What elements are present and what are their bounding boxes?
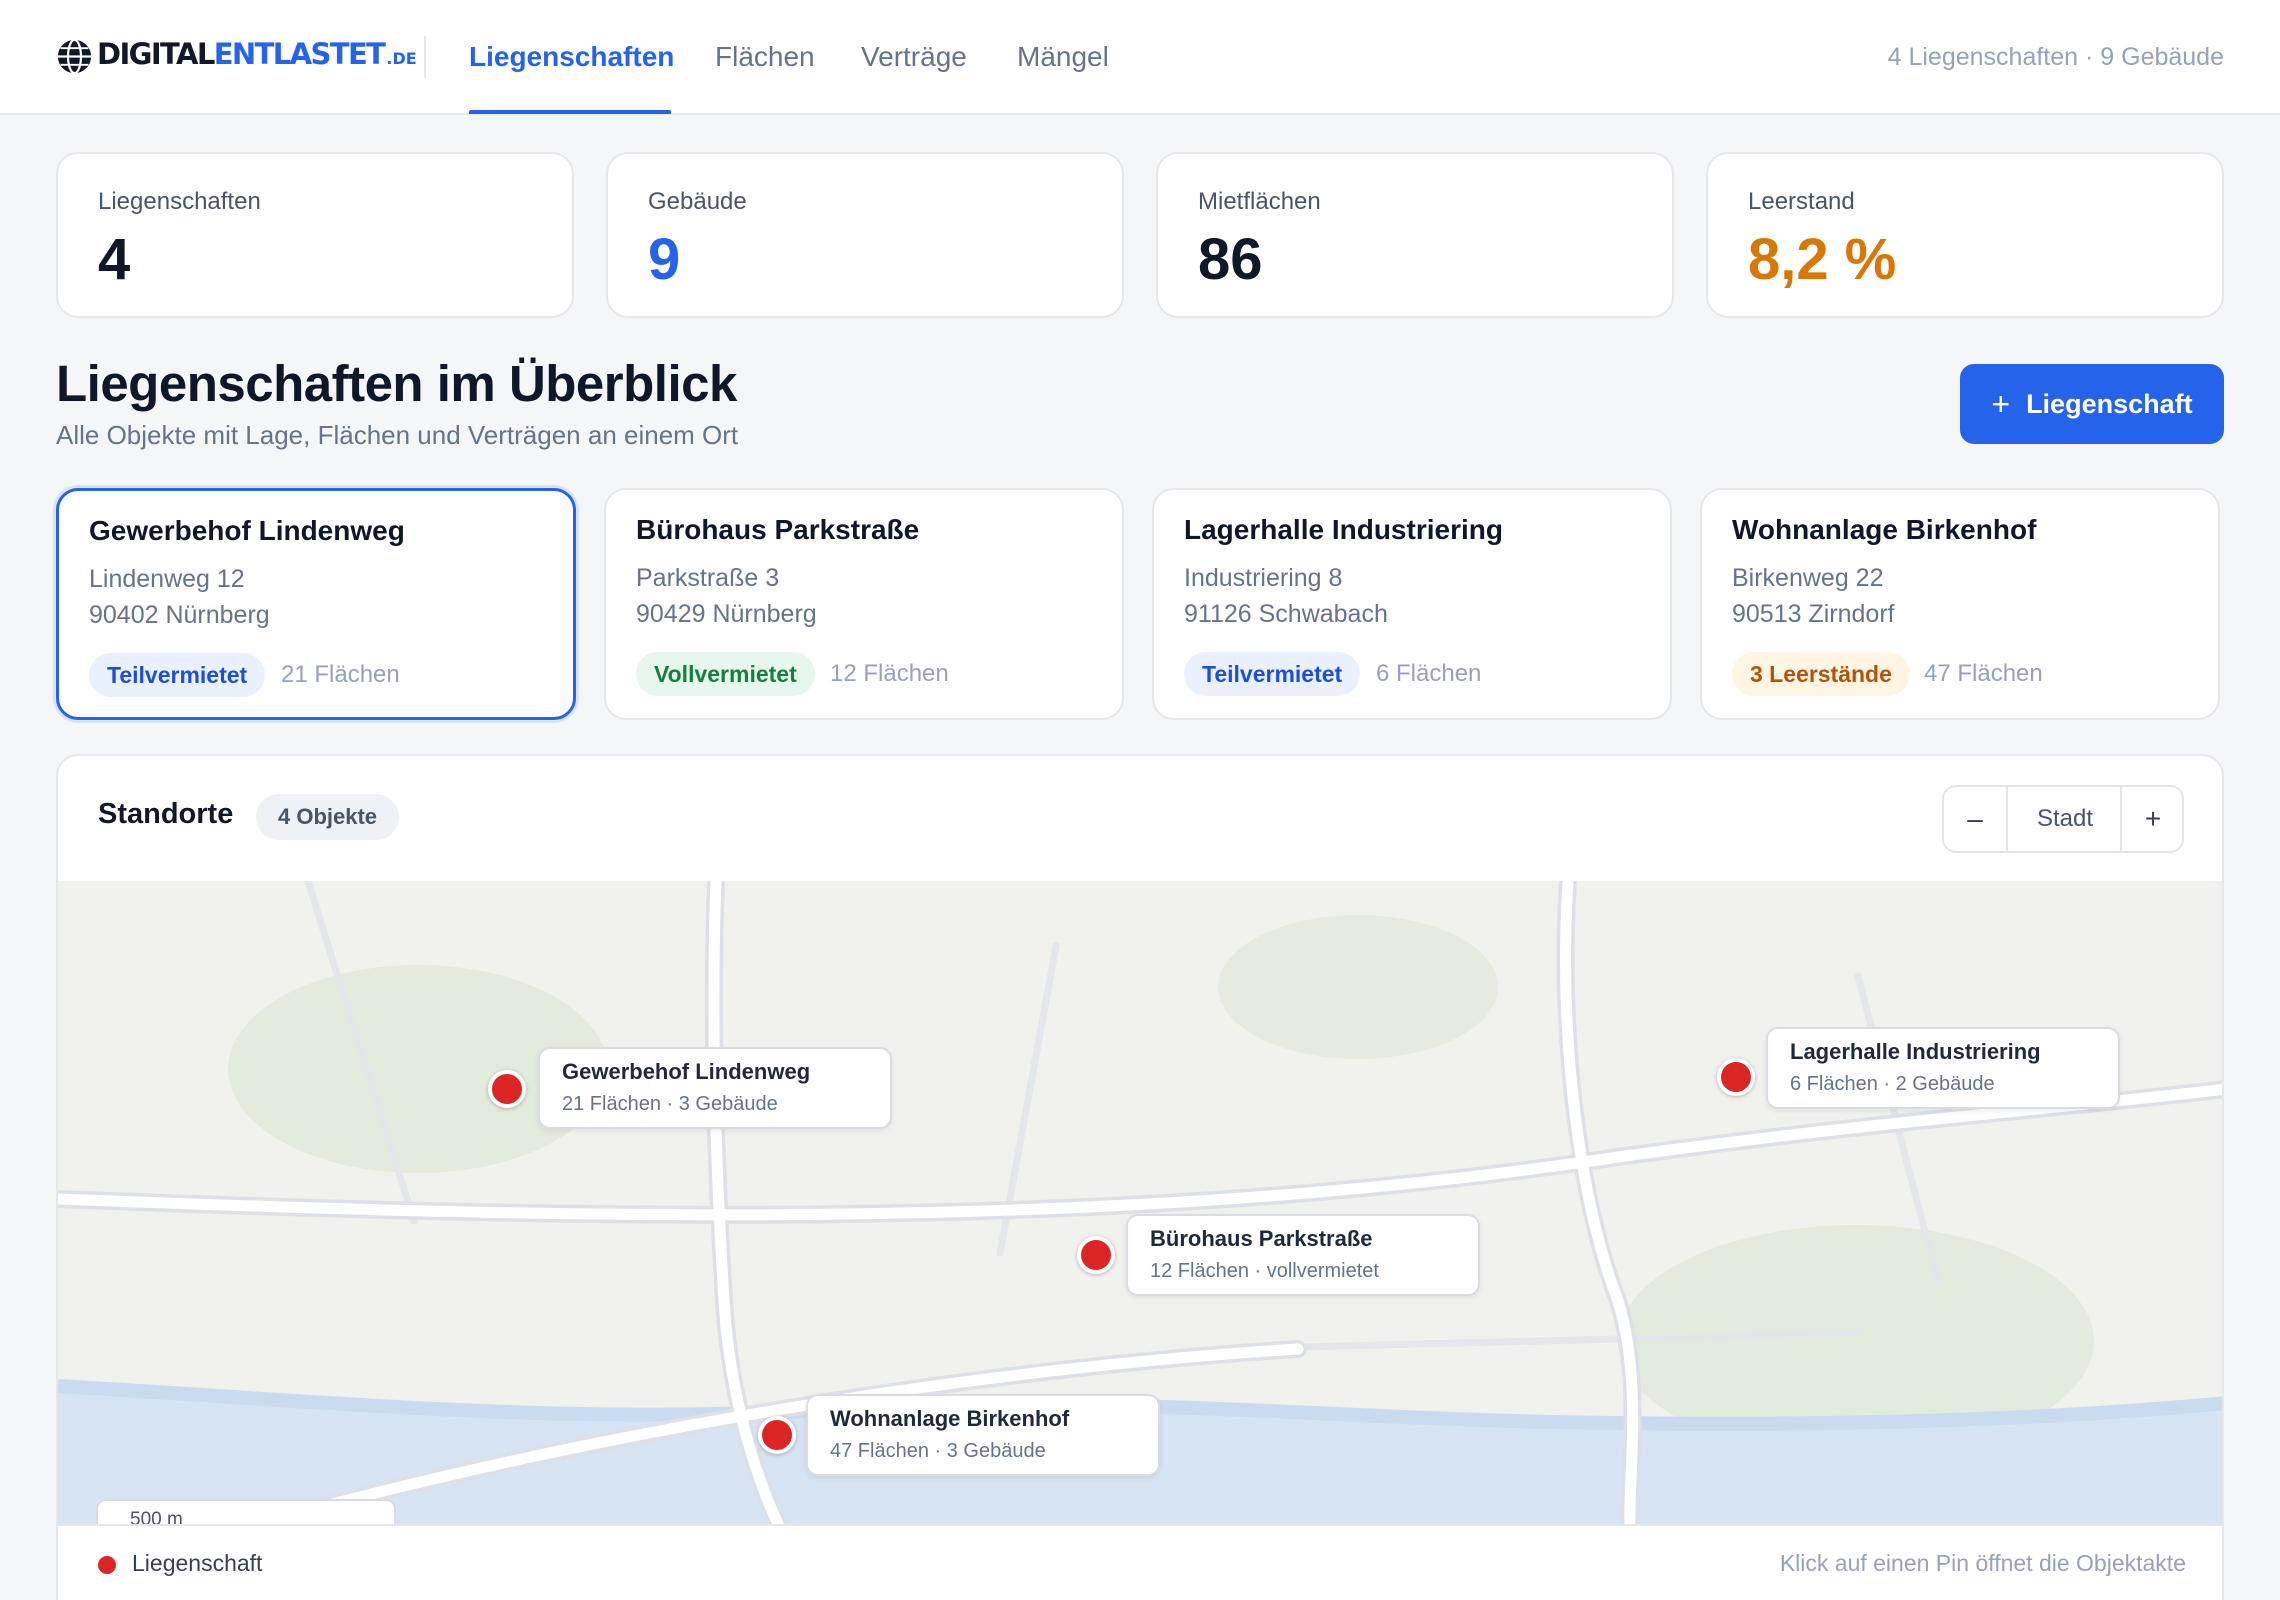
status-badge: 3 Leerstände: [1732, 652, 1910, 696]
map-pin-buerohaus-parkstrasse[interactable]: [1077, 1236, 1115, 1274]
property-name: Lagerhalle Industriering: [1184, 514, 1503, 545]
pin-label-name: Bürohaus Parkstraße: [1150, 1226, 1373, 1251]
zoom-level-select[interactable]: Stadt: [2008, 787, 2122, 851]
map-canvas[interactable]: Gewerbehof Lindenweg 21 Flächen · 3 Gebä…: [58, 881, 2222, 1524]
pin-label-name: Lagerhalle Industriering: [1790, 1039, 2041, 1064]
kpi-label: Gebäude: [648, 188, 747, 215]
map-title: Standorte: [98, 798, 234, 830]
pin-label-detail: 21 Flächen · 3 Gebäude: [562, 1093, 778, 1115]
status-badge: Teilvermietet: [1184, 652, 1361, 696]
logo-part-1: DIGITAL: [97, 36, 215, 71]
kpi-value: 9: [648, 227, 681, 292]
active-tab-indicator: [469, 110, 671, 114]
zoom-control: – Stadt +: [1942, 785, 2184, 853]
page-title: Liegenschaften im Überblick: [56, 355, 737, 412]
property-card-buerohaus-parkstrasse[interactable]: Bürohaus Parkstraße Parkstraße 3 90429 N…: [604, 488, 1124, 720]
kpi-label: Liegenschaften: [98, 188, 261, 215]
property-street: Industriering 8: [1184, 564, 1343, 592]
tab-flaechen[interactable]: Flächen: [715, 36, 815, 78]
logo[interactable]: DIGITALENTLASTET .DE: [56, 36, 417, 76]
tab-liegenschaften[interactable]: Liegenschaften: [469, 36, 674, 78]
tab-vertraege[interactable]: Verträge: [861, 36, 967, 78]
logo-part-2: ENTLASTET: [213, 36, 386, 71]
portfolio-summary: 4 Liegenschaften · 9 Gebäude: [1887, 43, 2224, 71]
pin-label-detail: 12 Flächen · vollvermietet: [1150, 1260, 1379, 1282]
kpi-label: Leerstand: [1748, 188, 1855, 215]
property-street: Birkenweg 22: [1732, 564, 1884, 592]
map-panel: Standorte 4 Objekte – Stadt + Gewerbehof…: [56, 754, 2224, 1600]
kpi-card-liegenschaften: Liegenschaften 4: [56, 152, 574, 318]
map-scale-label: 500 m: [130, 1509, 183, 1524]
kpi-card-leerstand: Leerstand 8,2 %: [1706, 152, 2224, 318]
map-footer: Liegenschaft Klick auf einen Pin öffnet …: [58, 1524, 2222, 1600]
property-area-count: 12 Flächen: [830, 660, 949, 687]
legend-label: Liegenschaft: [132, 1550, 263, 1576]
map-pin-wohnanlage-birkenhof[interactable]: [758, 1416, 796, 1454]
kpi-card-gebaeude: Gebäude 9: [606, 152, 1124, 318]
add-property-button[interactable]: + Liegenschaft: [1960, 364, 2224, 444]
top-bar: DIGITALENTLASTET .DE Liegenschaften Fläch…: [0, 0, 2280, 115]
map-pin-gewerbehof-lindenweg[interactable]: [488, 1070, 526, 1108]
zoom-out-button[interactable]: –: [1944, 787, 2006, 851]
property-area-count: 21 Flächen: [281, 661, 400, 688]
property-card-wohnanlage-birkenhof[interactable]: Wohnanlage Birkenhof Birkenweg 22 90513 …: [1700, 488, 2220, 720]
globe-icon: [57, 38, 92, 74]
pin-label-detail: 6 Flächen · 2 Gebäude: [1790, 1073, 1995, 1095]
park-area: [1218, 915, 1498, 1059]
status-badge: Vollvermietet: [636, 652, 815, 696]
property-street: Parkstraße 3: [636, 564, 780, 592]
property-area-count: 6 Flächen: [1376, 660, 1482, 687]
property-city: 90429 Nürnberg: [636, 600, 817, 628]
pin-label-name: Wohnanlage Birkenhof: [830, 1406, 1070, 1431]
status-badge: Teilvermietet: [89, 653, 266, 697]
property-city: 91126 Schwabach: [1184, 600, 1388, 628]
object-count-badge: 4 Objekte: [256, 794, 400, 840]
property-street: Lindenweg 12: [89, 565, 245, 593]
property-city: 90513 Zirndorf: [1732, 600, 1895, 628]
kpi-value: 4: [98, 227, 131, 292]
nav-divider: [424, 36, 426, 78]
pin-label-buerohaus-parkstrasse[interactable]: Bürohaus Parkstraße 12 Flächen · vollver…: [1126, 1214, 1480, 1296]
logo-wordmark: DIGITALENTLASTET .DE: [97, 34, 417, 79]
pin-label-name: Gewerbehof Lindenweg: [562, 1059, 811, 1084]
property-name: Gewerbehof Lindenweg: [89, 515, 405, 546]
pin-label-lagerhalle-industriering[interactable]: Lagerhalle Industriering 6 Flächen · 2 G…: [1766, 1027, 2120, 1109]
property-name: Bürohaus Parkstraße: [636, 514, 920, 545]
pin-label-detail: 47 Flächen · 3 Gebäude: [830, 1440, 1046, 1462]
property-card-gewerbehof-lindenweg[interactable]: Gewerbehof Lindenweg Lindenweg 12 90402 …: [56, 488, 576, 720]
kpi-card-mietflaechen: Mietflächen 86: [1156, 152, 1674, 318]
plus-icon: +: [1991, 386, 2011, 422]
property-card-lagerhalle-industriering[interactable]: Lagerhalle Industriering Industriering 8…: [1152, 488, 1672, 720]
kpi-label: Mietflächen: [1198, 188, 1321, 215]
pin-label-wohnanlage-birkenhof[interactable]: Wohnanlage Birkenhof 47 Flächen · 3 Gebä…: [806, 1394, 1160, 1476]
property-area-count: 47 Flächen: [1924, 660, 2043, 687]
kpi-value: 8,2 %: [1748, 227, 1897, 292]
kpi-value: 86: [1198, 227, 1263, 292]
map-pin-lagerhalle-industriering[interactable]: [1717, 1058, 1755, 1096]
property-name: Wohnanlage Birkenhof: [1732, 514, 2037, 545]
pin-label-gewerbehof-lindenweg[interactable]: Gewerbehof Lindenweg 21 Flächen · 3 Gebä…: [538, 1047, 892, 1129]
logo-tld: .DE: [386, 48, 417, 68]
map-hint: Klick auf einen Pin öffnet die Objektakt…: [1779, 1550, 2186, 1576]
property-city: 90402 Nürnberg: [89, 601, 270, 629]
legend-pin-icon: [98, 1556, 116, 1574]
map-scale: 500 m: [96, 1499, 396, 1524]
page-subtitle: Alle Objekte mit Lage, Flächen und Vertr…: [56, 420, 739, 450]
tab-maengel[interactable]: Mängel: [1017, 36, 1109, 78]
zoom-in-button[interactable]: +: [2122, 787, 2184, 851]
add-property-label: Liegenschaft: [2026, 388, 2193, 419]
